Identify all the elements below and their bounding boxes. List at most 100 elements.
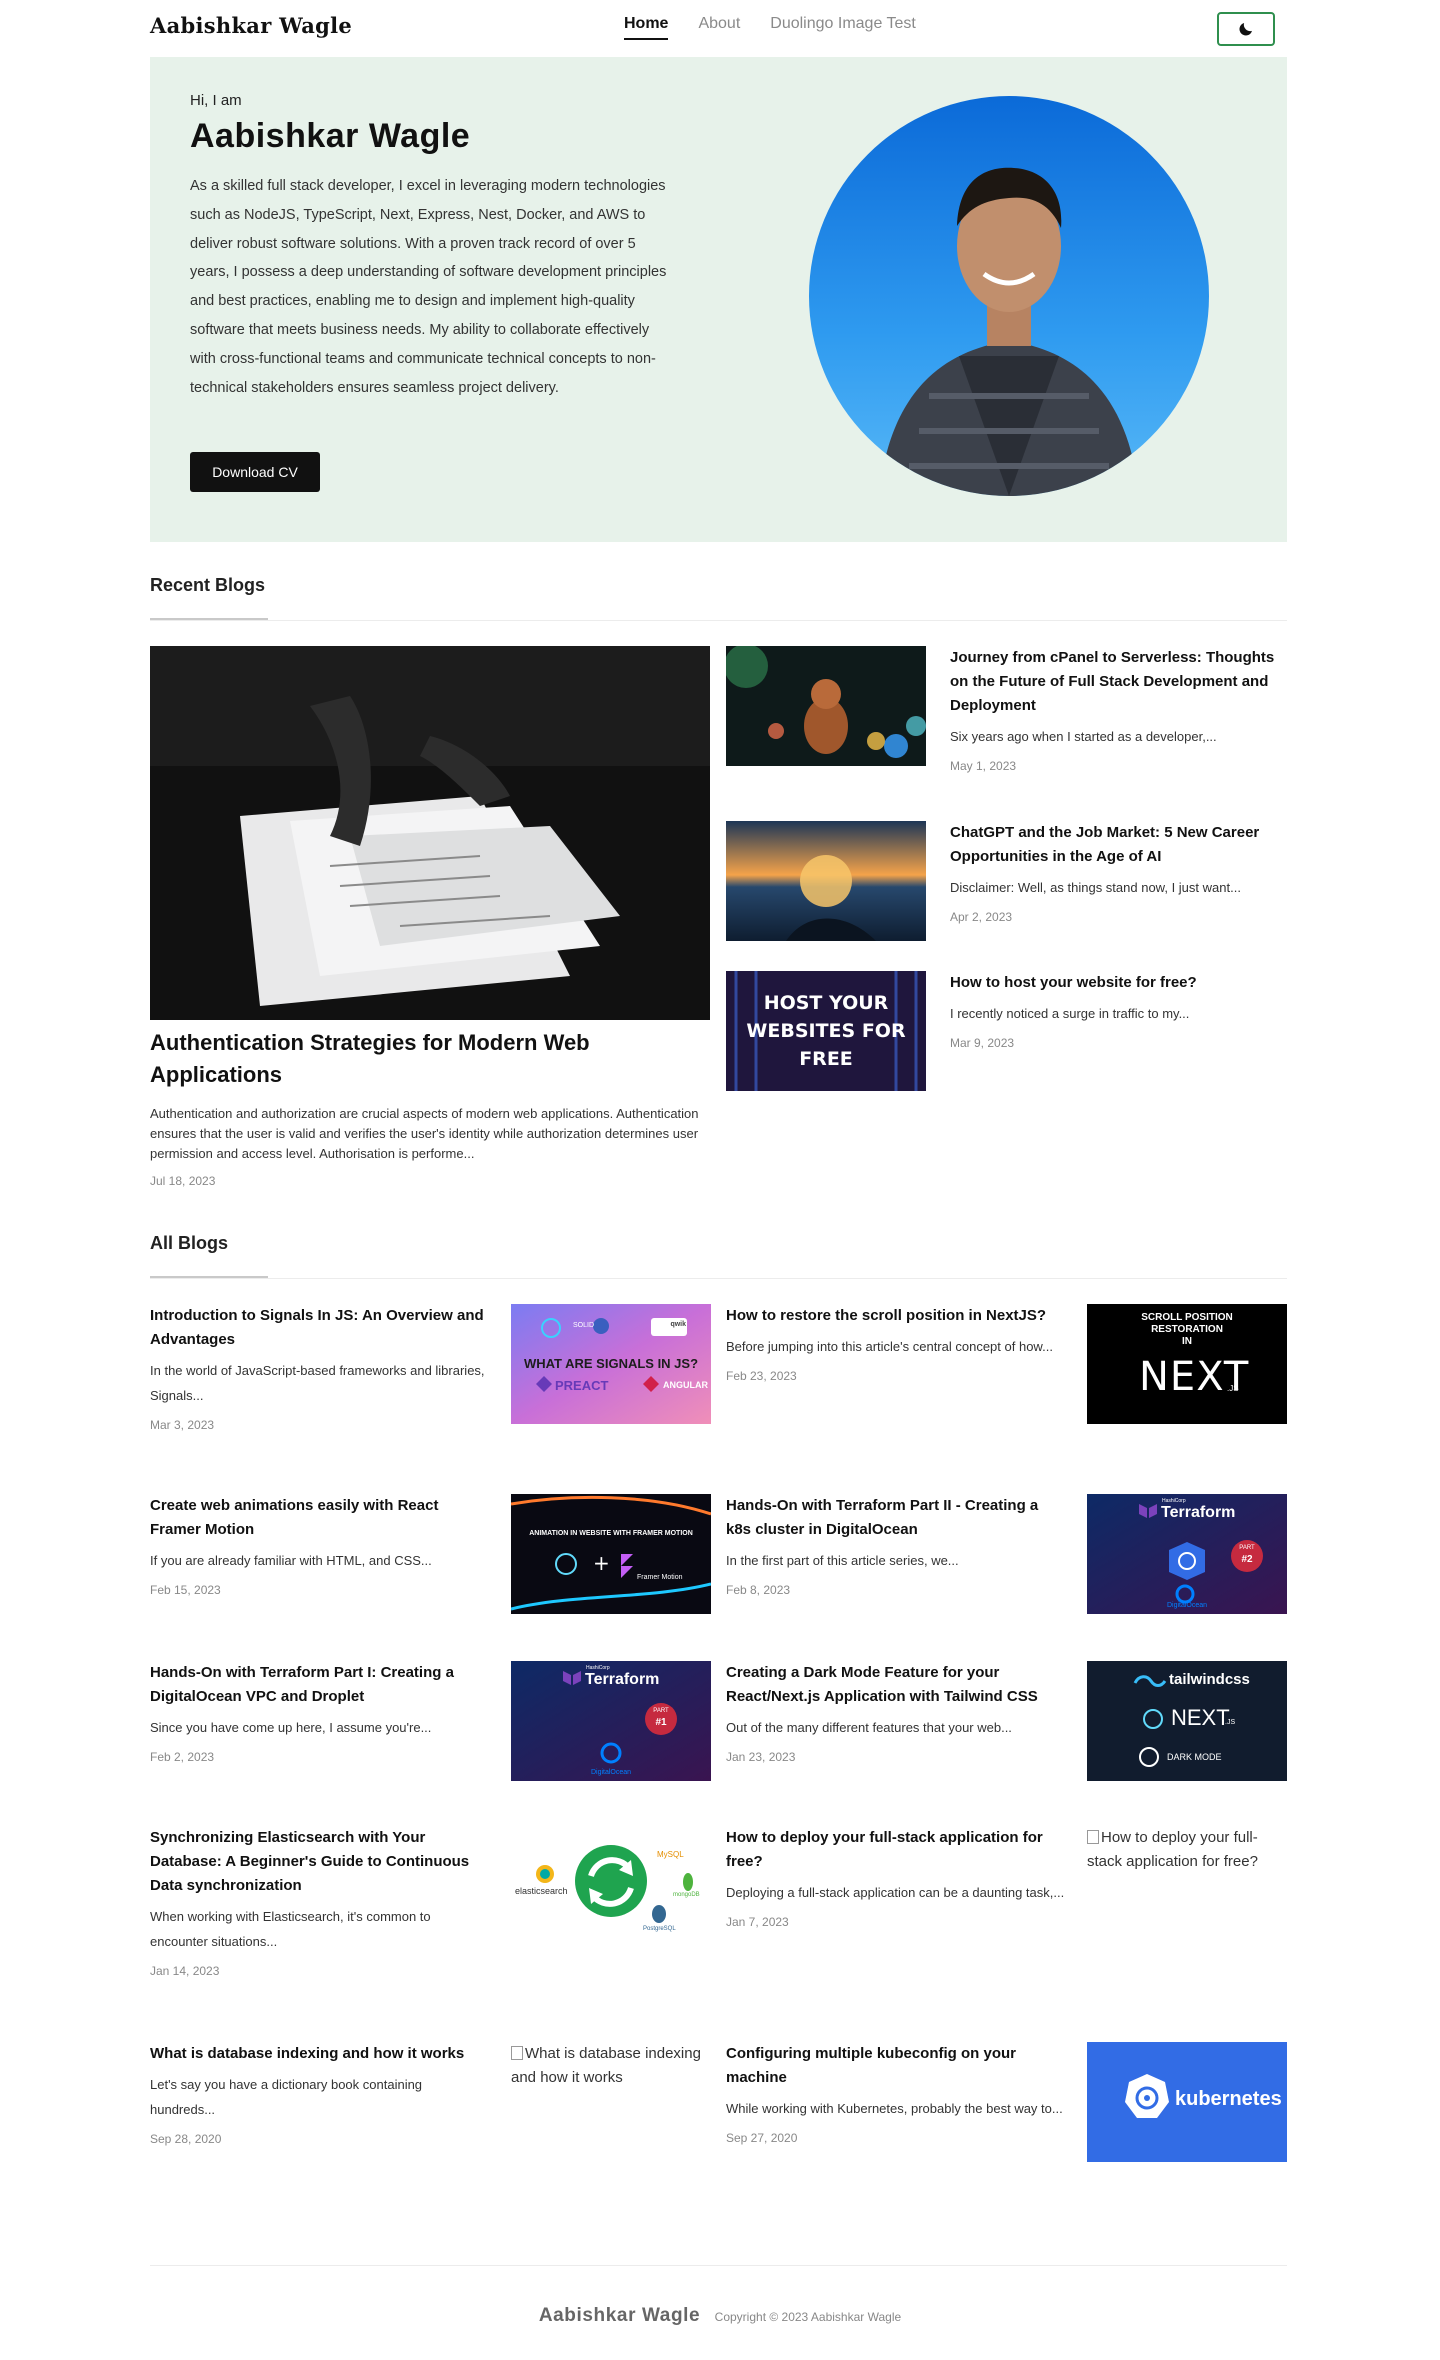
- main-nav: Home About Duolingo Image Test: [624, 15, 946, 40]
- signals-image-title: WHAT ARE SIGNALS IN JS?: [523, 1356, 699, 1371]
- hero-section: Hi, I am Aabishkar Wagle As a skilled fu…: [150, 57, 1287, 542]
- blog-image[interactable]: elasticsearch MySQL mongoDB PostgreSQL: [511, 1826, 711, 1946]
- angular-logo-text: ANGULAR: [663, 1380, 708, 1390]
- hero-greeting: Hi, I am: [190, 92, 242, 109]
- blog-image[interactable]: kubernetes: [1087, 2042, 1287, 2162]
- blog-title[interactable]: Creating a Dark Mode Feature for your Re…: [726, 1661, 1066, 1709]
- part-number: #1: [655, 1717, 667, 1728]
- blog-excerpt: Since you have come up here, I assume yo…: [150, 1720, 432, 1735]
- blog-image[interactable]: qwik SOLID WHAT ARE SIGNALS IN JS? PREAC…: [511, 1304, 711, 1424]
- blog-date: Sep 27, 2020: [726, 2131, 798, 2145]
- broken-image-alt[interactable]: How to deploy your full-stack applicatio…: [1087, 1826, 1287, 1874]
- framer-logo-text: Framer Motion: [637, 1574, 683, 1581]
- broken-image-icon: [1087, 1830, 1099, 1844]
- mongodb-text: mongoDB: [673, 1892, 700, 1898]
- blog-title[interactable]: Hands-On with Terraform Part I: Creating…: [150, 1661, 490, 1709]
- all-underline: [150, 1276, 268, 1278]
- blog-image[interactable]: HashiCorp Terraform PART #2 DigitalOcean: [1087, 1494, 1287, 1614]
- recent-blog-text: Journey from cPanel to Serverless: Thoug…: [950, 646, 1287, 773]
- site-brand[interactable]: Aabishkar Wagle: [150, 13, 352, 38]
- dark-mode-text: DARK MODE: [1167, 1752, 1222, 1762]
- blog-excerpt: Before jumping into this article's centr…: [726, 1339, 1053, 1354]
- qwik-logo-text: qwik: [670, 1321, 686, 1328]
- blog-card-text: Creating a Dark Mode Feature for your Re…: [726, 1661, 1066, 1764]
- recent-blog-date: May 1, 2023: [950, 759, 1017, 773]
- blog-date: Jan 7, 2023: [726, 1915, 789, 1929]
- blog-card-text: Create web animations easily with React …: [150, 1494, 490, 1597]
- blog-date: Feb 2, 2023: [150, 1750, 215, 1764]
- nav-home-link[interactable]: Home: [624, 15, 669, 40]
- footer-copyright: Copyright © 2023 Aabishkar Wagle: [714, 2310, 902, 2324]
- blog-card-text: Configuring multiple kubeconfig on your …: [726, 2042, 1066, 2145]
- blog-title[interactable]: Hands-On with Terraform Part II - Creati…: [726, 1494, 1066, 1542]
- blog-excerpt: In the world of JavaScript-based framewo…: [150, 1363, 485, 1403]
- blog-title[interactable]: What is database indexing and how it wor…: [150, 2042, 490, 2066]
- recent-blog-image[interactable]: [726, 821, 926, 941]
- terraform-logo-text: Terraform: [1161, 1504, 1236, 1521]
- blog-date: Sep 28, 2020: [150, 2132, 222, 2146]
- blog-title[interactable]: Create web animations easily with React …: [150, 1494, 490, 1542]
- blog-date: Jan 14, 2023: [150, 1964, 220, 1978]
- featured-blog-image[interactable]: [150, 646, 710, 1020]
- recent-underline: [150, 618, 268, 620]
- featured-blog-title[interactable]: Authentication Strategies for Modern Web…: [150, 1027, 710, 1091]
- blog-card-text: What is database indexing and how it wor…: [150, 2042, 490, 2146]
- blog-card-text: How to restore the scroll position in Ne…: [726, 1304, 1066, 1383]
- recent-blog-text: How to host your website for free? I rec…: [950, 971, 1287, 1050]
- blog-image[interactable]: + ANIMATION IN WEBSITE WITH FRAMER MOTIO…: [511, 1494, 711, 1614]
- blog-excerpt: Deploying a full-stack application can b…: [726, 1885, 1065, 1900]
- kubernetes-logo-text: kubernetes: [1175, 2088, 1282, 2110]
- footer-brand[interactable]: Aabishkar Wagle: [539, 2305, 700, 2326]
- terraform-logo-text: Terraform: [585, 1671, 660, 1688]
- blog-image[interactable]: HashiCorp Terraform PART #1 DigitalOcean: [511, 1661, 711, 1781]
- host-image-line1: HOST YOUR: [763, 992, 889, 1014]
- scroll-image-line3: IN: [1182, 1336, 1192, 1347]
- broken-image-alt-text: What is database indexing and how it wor…: [511, 2045, 701, 2086]
- all-blogs-heading: All Blogs: [150, 1233, 229, 1253]
- next-logo-text: NEXT: [1171, 1705, 1230, 1730]
- nav-about-link[interactable]: About: [698, 15, 740, 40]
- blog-date: Feb 8, 2023: [726, 1583, 791, 1597]
- part-number: #2: [1241, 1554, 1253, 1565]
- blog-title[interactable]: Introduction to Signals In JS: An Overvi…: [150, 1304, 490, 1352]
- blog-title[interactable]: How to restore the scroll position in Ne…: [726, 1304, 1066, 1328]
- recent-blog-image[interactable]: HOST YOUR WEBSITES FOR FREE: [726, 971, 926, 1091]
- host-image-line3: FREE: [799, 1048, 853, 1070]
- hero-name: Aabishkar Wagle: [190, 117, 471, 155]
- blog-date: Mar 3, 2023: [150, 1418, 215, 1432]
- blog-title[interactable]: Configuring multiple kubeconfig on your …: [726, 2042, 1066, 2090]
- blog-card-text: How to deploy your full-stack applicatio…: [726, 1826, 1066, 1929]
- blog-image[interactable]: tailwindcss NEXT .JS DARK MODE: [1087, 1661, 1287, 1781]
- blog-date: Feb 15, 2023: [150, 1583, 221, 1597]
- blog-date: Jan 23, 2023: [726, 1750, 796, 1764]
- moon-icon: [1239, 23, 1252, 36]
- recent-blog-title[interactable]: Journey from cPanel to Serverless: Thoug…: [950, 646, 1287, 718]
- broken-image-alt[interactable]: What is database indexing and how it wor…: [511, 2042, 711, 2090]
- blog-excerpt: When working with Elasticsearch, it's co…: [150, 1909, 431, 1949]
- recent-blog-image[interactable]: [726, 646, 926, 766]
- js-logo-text: .JS: [1225, 1719, 1236, 1726]
- svg-text:+: +: [593, 1551, 610, 1575]
- blog-title[interactable]: Synchronizing Elasticsearch with Your Da…: [150, 1826, 490, 1898]
- recent-blog-title[interactable]: How to host your website for free?: [950, 971, 1287, 995]
- digitalocean-text: DigitalOcean: [1166, 1602, 1208, 1609]
- tailwind-logo-text: tailwindcss: [1169, 1671, 1250, 1688]
- recent-blog-excerpt: Disclaimer: Well, as things stand now, I…: [950, 880, 1241, 895]
- recent-blog-title[interactable]: ChatGPT and the Job Market: 5 New Career…: [950, 821, 1287, 869]
- preact-logo-text: PREACT: [555, 1378, 609, 1393]
- profile-photo: [809, 96, 1209, 496]
- download-cv-button[interactable]: Download CV: [190, 452, 320, 492]
- blog-card-text: Hands-On with Terraform Part II - Creati…: [726, 1494, 1066, 1597]
- blog-date: Feb 23, 2023: [726, 1369, 797, 1383]
- theme-toggle-button[interactable]: [1217, 12, 1275, 46]
- blog-title[interactable]: How to deploy your full-stack applicatio…: [726, 1826, 1066, 1874]
- next-logo-text: NEXT: [1139, 1354, 1250, 1400]
- recent-blog-excerpt: Six years ago when I started as a develo…: [950, 729, 1217, 744]
- recent-blog-excerpt: I recently noticed a surge in traffic to…: [950, 1006, 1190, 1021]
- part-label: PART: [1239, 1545, 1255, 1551]
- broken-image-icon: [511, 2046, 523, 2060]
- digitalocean-text: DigitalOcean: [590, 1769, 632, 1776]
- blog-image[interactable]: SCROLL POSITION RESTORATION IN NEXT .JS: [1087, 1304, 1287, 1424]
- nav-duolingo-link[interactable]: Duolingo Image Test: [770, 15, 916, 40]
- footer-divider: [150, 2265, 1287, 2266]
